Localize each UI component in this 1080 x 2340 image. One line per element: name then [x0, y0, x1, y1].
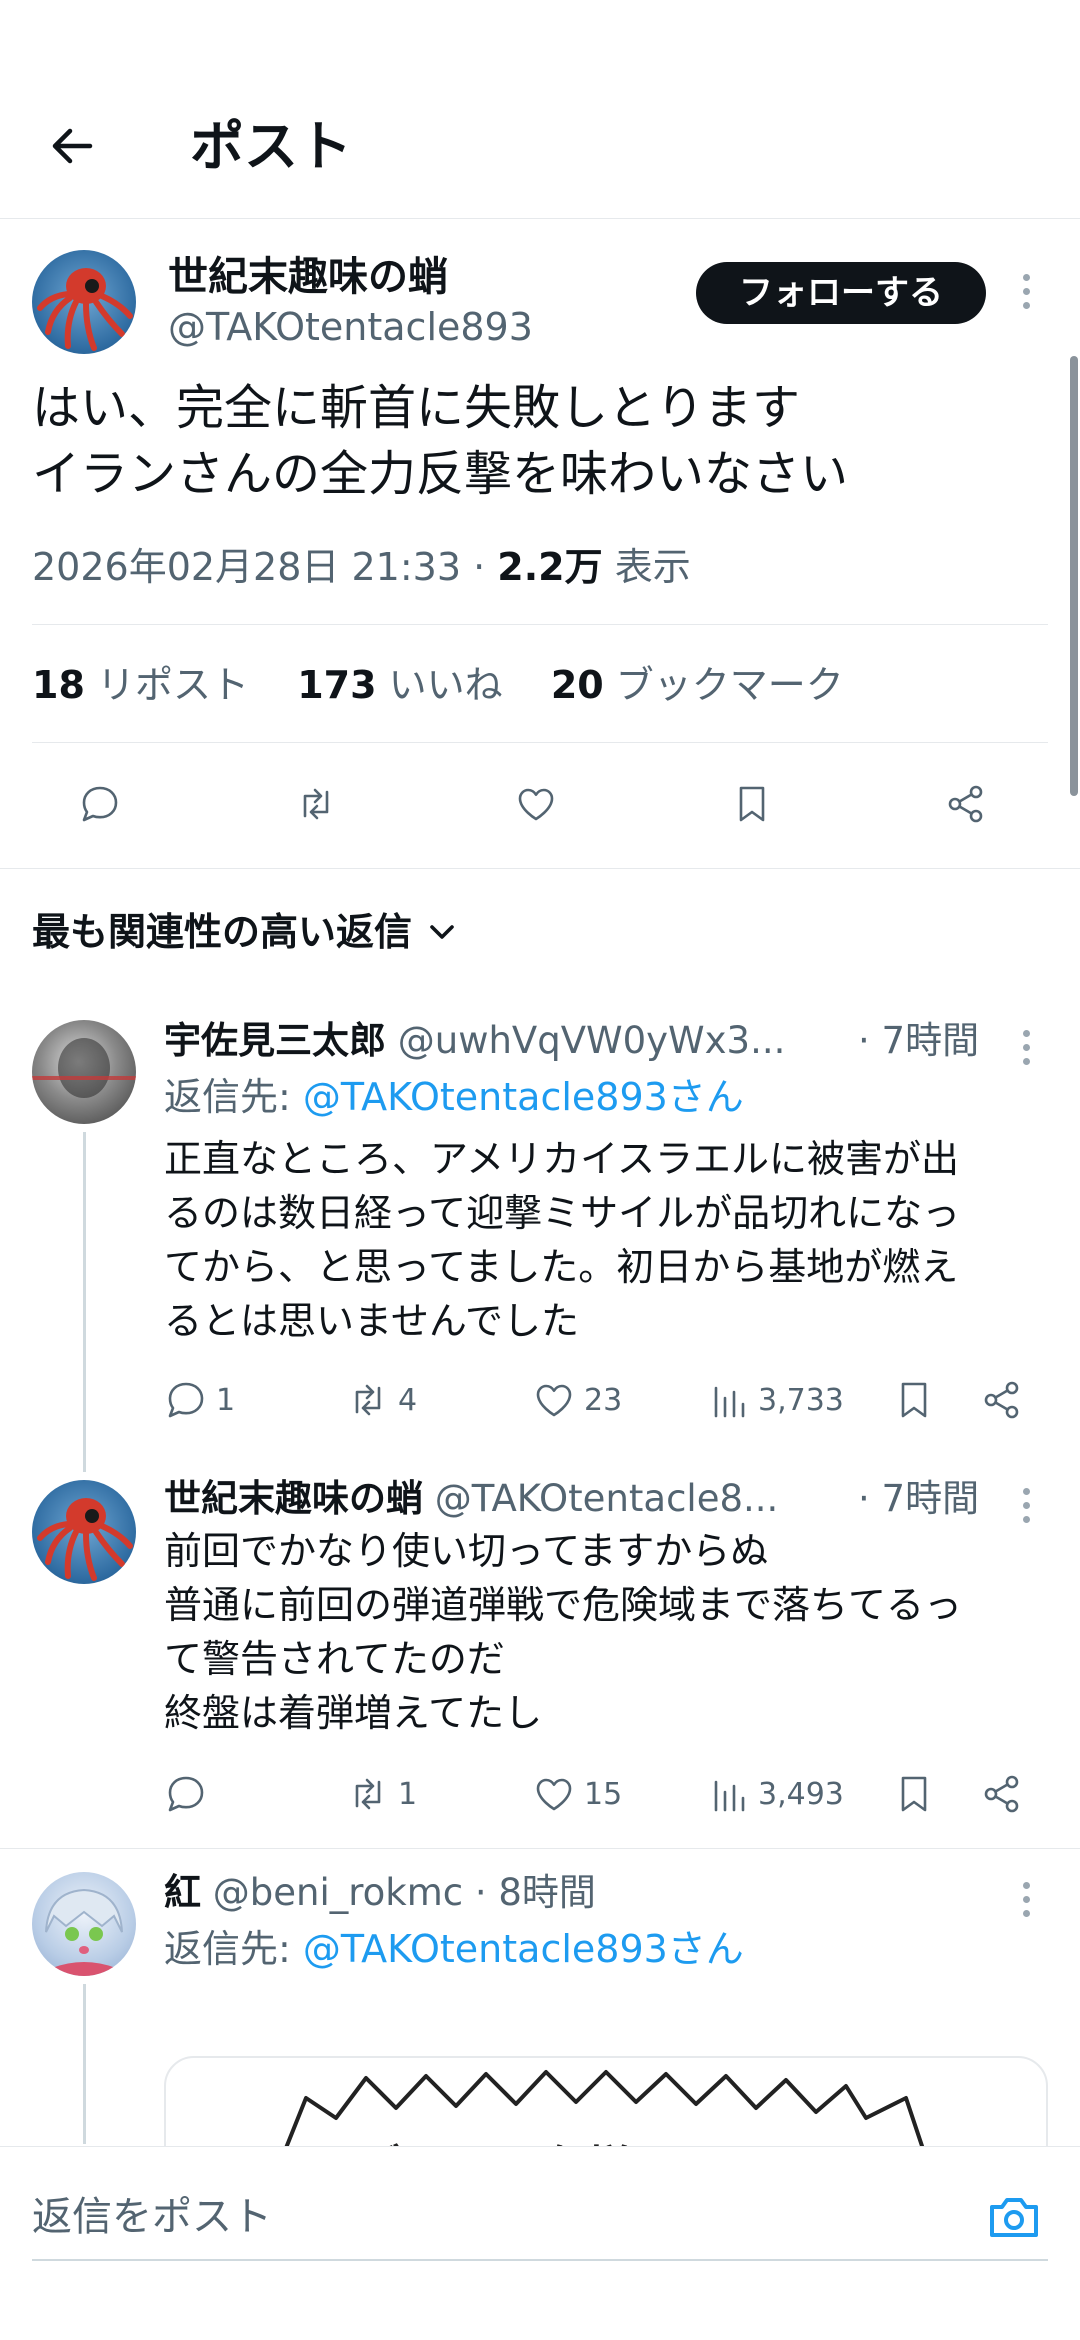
views-button[interactable]: 3,733: [710, 1378, 844, 1422]
repost-icon: [303, 788, 329, 820]
avatar[interactable]: [32, 1480, 136, 1584]
separator: ·: [473, 545, 486, 589]
heart-icon: [536, 1778, 572, 1811]
share-button[interactable]: [944, 782, 988, 826]
reply-icon: [168, 1382, 204, 1418]
views-label: 表示: [614, 545, 691, 589]
repost-button[interactable]: [294, 782, 338, 826]
anime-avatar-icon: [45, 1888, 123, 1976]
avatar[interactable]: [32, 1872, 136, 1976]
camera-button[interactable]: [984, 2187, 1044, 2247]
post-meta: 2026年02月28日 21:33 · 2.2万 表示: [32, 540, 691, 594]
bookmark-button[interactable]: [892, 1772, 944, 1816]
more-options-icon[interactable]: [1020, 274, 1032, 316]
reply-button[interactable]: [164, 1772, 216, 1816]
bookmark-icon: [739, 786, 765, 822]
share-button[interactable]: [980, 1772, 1032, 1816]
thread-line: [83, 1132, 86, 1472]
reply-author-handle[interactable]: @uwhVqVW0yWx3...: [398, 1019, 786, 1062]
repost-button[interactable]: 4: [346, 1378, 417, 1422]
avatar[interactable]: [32, 1020, 136, 1124]
reply-composer: 返信をポスト: [0, 2146, 1080, 2340]
like-button[interactable]: 15: [532, 1772, 622, 1816]
bookmarks-stat[interactable]: 20 ブックマーク: [551, 663, 844, 707]
page-title: ポスト: [190, 115, 352, 178]
reply-button[interactable]: [78, 782, 122, 826]
reply-time[interactable]: · 7時間: [858, 1014, 979, 1068]
share-icon: [984, 1775, 1019, 1813]
avatar-image-icon: [32, 1038, 136, 1098]
analytics-icon: [714, 1386, 745, 1418]
share-button[interactable]: [980, 1378, 1032, 1422]
author-handle[interactable]: @TAKOtentacle893: [168, 302, 533, 352]
bookmark-icon: [901, 1776, 927, 1812]
heart-icon: [518, 788, 554, 821]
reply-icon: [168, 1776, 204, 1812]
back-button[interactable]: [44, 118, 100, 174]
repost-button[interactable]: 1: [346, 1772, 417, 1816]
reposts-stat[interactable]: 18 リポスト: [32, 663, 249, 707]
share-icon: [948, 785, 983, 823]
camera-icon: [990, 2198, 1038, 2237]
reply-author-name[interactable]: 世紀末趣味の蛸: [164, 1477, 423, 1520]
reply-to: 返信先: @TAKOtentacle893さん: [164, 1927, 744, 1971]
like-button[interactable]: [514, 782, 558, 826]
more-options-icon[interactable]: [1020, 1882, 1032, 1924]
reply-time[interactable]: · 8時間: [475, 1871, 596, 1914]
reply-to-handle[interactable]: @TAKOtentacle893さん: [303, 1075, 744, 1119]
avatar[interactable]: [32, 250, 136, 354]
reply-time[interactable]: · 7時間: [858, 1472, 979, 1526]
reply-text: 前回でかなり使い切ってますからぬ 普通に前回の弾道弾戦で危険域まで落ちてるっ て…: [164, 1529, 963, 1735]
follow-button[interactable]: フォローする: [696, 262, 986, 324]
arrow-left-icon: [52, 128, 93, 164]
reply-text: 正直なところ、アメリカイスラエルに被害が出 るのは数日経って迎撃ミサイルが品切れ…: [164, 1137, 961, 1343]
reply-header: 世紀末趣味の蛸 @TAKOtentacle8...: [164, 1472, 854, 1526]
likes-stat[interactable]: 173 いいね: [297, 663, 502, 707]
author-name[interactable]: 世紀末趣味の蛸: [168, 250, 448, 304]
repost-icon: [355, 1384, 381, 1416]
bookmark-button[interactable]: [730, 782, 774, 826]
share-icon: [984, 1381, 1019, 1419]
views-count: 2.2万: [497, 545, 603, 589]
repost-icon: [355, 1778, 381, 1810]
timestamp[interactable]: 2026年02月28日 21:33: [32, 545, 461, 589]
scrollbar[interactable]: [1070, 356, 1078, 796]
octopus-icon: [37, 268, 133, 351]
analytics-icon: [714, 1780, 745, 1812]
more-options-icon[interactable]: [1020, 1030, 1032, 1072]
reply-header: 紅 @beni_rokmc · 8時間: [164, 1866, 596, 1920]
reply-button[interactable]: 1: [164, 1378, 235, 1422]
views-button[interactable]: 3,493: [710, 1772, 844, 1816]
like-button[interactable]: 23: [532, 1378, 622, 1422]
heart-icon: [536, 1384, 572, 1417]
reply-author-name[interactable]: 紅: [164, 1871, 201, 1914]
octopus-icon: [37, 1498, 133, 1581]
bookmark-button[interactable]: [892, 1378, 944, 1422]
thread-line: [83, 1984, 86, 2144]
more-options-icon[interactable]: [1020, 1488, 1032, 1530]
post-stats: 18 リポスト 173 いいね 20 ブックマーク: [32, 658, 844, 712]
post-text-line: イランさんの全力反撃を味わいなさい: [32, 446, 849, 502]
reply-author-handle[interactable]: @beni_rokmc: [213, 1871, 463, 1914]
post-text-line: はい、完全に斬首に失敗しとります: [32, 380, 801, 436]
bookmark-icon: [901, 1382, 927, 1418]
reply-input[interactable]: 返信をポスト: [32, 2187, 272, 2247]
reply-author-handle[interactable]: @TAKOtentacle8...: [435, 1477, 779, 1520]
reply-icon: [82, 786, 118, 822]
reply-to-handle[interactable]: @TAKOtentacle893さん: [303, 1927, 744, 1971]
replies-sort-dropdown[interactable]: 最も関連性の高い返信: [32, 904, 462, 960]
reply-author-name[interactable]: 宇佐見三太郎: [164, 1019, 386, 1062]
chevron-down-icon: [430, 925, 454, 939]
reply-to: 返信先: @TAKOtentacle893さん: [164, 1075, 744, 1119]
